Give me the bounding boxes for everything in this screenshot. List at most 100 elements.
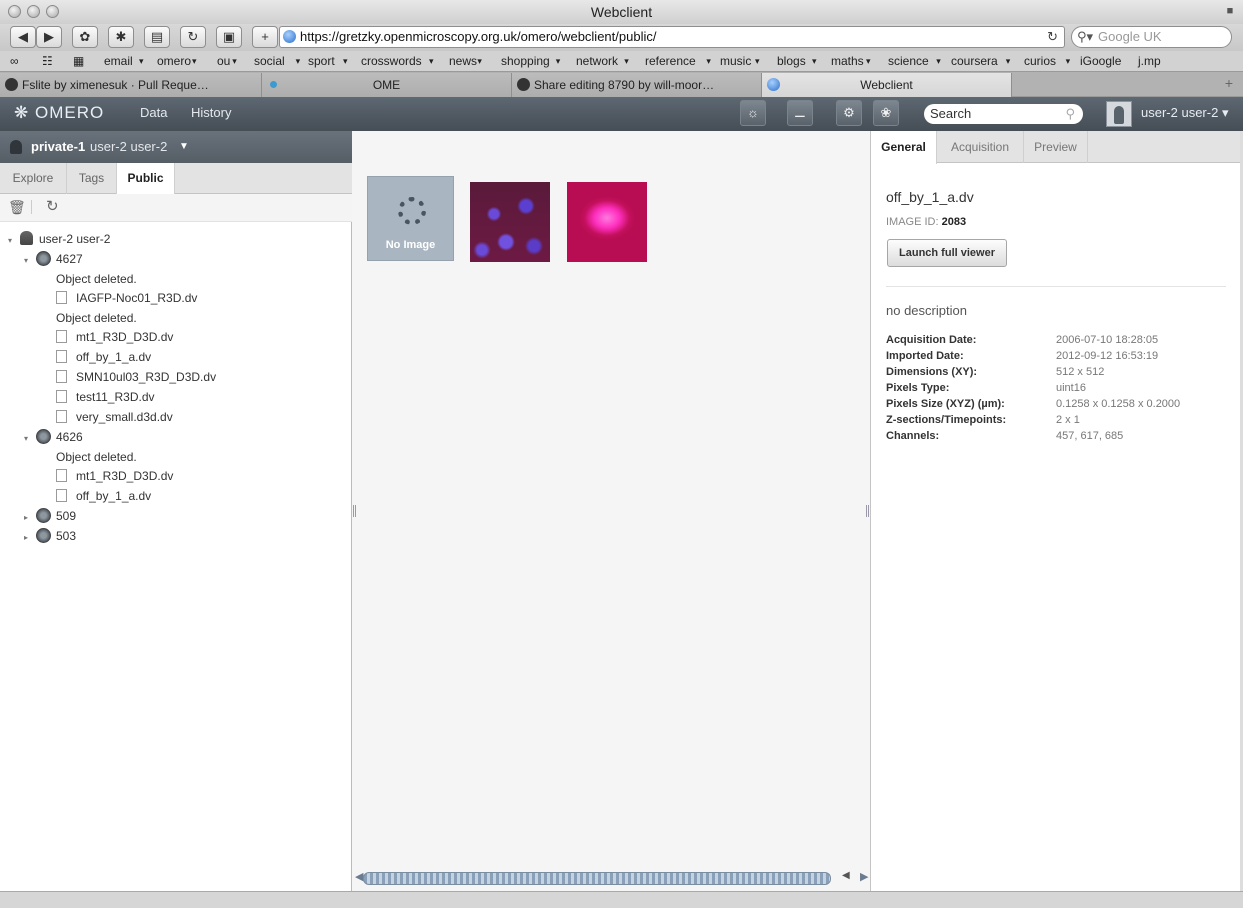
bookmark-network[interactable]: network <box>576 51 618 71</box>
google-search-field[interactable]: ⚲▾ Google UK <box>1071 26 1232 48</box>
bookmark-social[interactable]: social <box>254 51 285 71</box>
bookmark-news[interactable]: news <box>449 51 477 71</box>
bookmark-shopping[interactable]: shopping <box>501 51 550 71</box>
github-icon <box>5 78 18 91</box>
browser-tab-active[interactable]: Webclient <box>762 73 1012 97</box>
asterisk-icon[interactable]: ✱ <box>108 26 134 48</box>
browser-tab[interactable]: Fslite by ximenesuk · Pull Reque… <box>0 73 262 97</box>
add-bookmark-button[interactable]: + <box>252 26 278 48</box>
bookmark-igoogle[interactable]: iGoogle <box>1080 51 1121 71</box>
thumbnail-image[interactable] <box>470 182 550 262</box>
evernote-icon[interactable]: ✿ <box>72 26 98 48</box>
chevron-down-icon: ▾ <box>295 56 301 66</box>
avatar[interactable] <box>1106 101 1132 127</box>
bookmark-science[interactable]: science <box>888 51 929 71</box>
refresh-icon[interactable]: ↻ <box>46 197 59 215</box>
lightbulb-icon[interactable]: ☼ <box>740 100 766 126</box>
close-window-button[interactable] <box>8 5 21 18</box>
toolbar-divider <box>31 200 32 214</box>
tree-root-node[interactable]: ▾ user-2 user-2 <box>8 229 110 249</box>
expand-icon[interactable]: ▾ <box>8 231 16 251</box>
top-sites-icon[interactable]: ▦ <box>73 51 84 71</box>
bookmark-curios[interactable]: curios <box>1024 51 1056 71</box>
address-bar[interactable]: https://gretzky.openmicroscopy.org.uk/om… <box>279 26 1065 48</box>
bookmarks-book-icon[interactable]: ☷ <box>42 51 53 71</box>
omero-logo[interactable]: ❋ OMERO <box>14 103 104 123</box>
bookmark-ou[interactable]: ou <box>217 51 230 71</box>
browser-tab-bar: Fslite by ximenesuk · Pull Reque… OME Sh… <box>0 71 1243 97</box>
tab-preview[interactable]: Preview <box>1024 131 1088 163</box>
collapse-icon[interactable]: ▸ <box>24 528 32 548</box>
tree-share-node[interactable]: ▸ 509 <box>24 506 76 526</box>
image-file-label: SMN10ul03_R3D_D3D.dv <box>76 370 217 384</box>
scripts-icon[interactable]: ❀ <box>873 100 899 126</box>
bookmark-email[interactable]: email <box>104 51 133 71</box>
browser-tab[interactable]: Share editing 8790 by will-moor… <box>512 73 762 97</box>
browser-tab[interactable]: OME <box>262 73 512 97</box>
nav-history-link[interactable]: History <box>191 105 231 120</box>
scroll-left-arrow-icon[interactable]: ◀ <box>842 870 850 881</box>
image-file-icon <box>56 410 67 423</box>
tab-acquisition[interactable]: Acquisition <box>937 131 1024 163</box>
tree-share-node[interactable]: ▾ 4627 <box>24 249 83 269</box>
basket-icon[interactable]: ⚊ <box>787 100 813 126</box>
tab-explore[interactable]: Explore <box>0 163 67 194</box>
bookmark-coursera[interactable]: coursera <box>951 51 998 71</box>
bookmark-reference[interactable]: reference <box>645 51 696 71</box>
search-icon: ⚲ <box>1065 106 1075 121</box>
nav-data-link[interactable]: Data <box>140 105 167 120</box>
tab-public[interactable]: Public <box>117 163 175 195</box>
clip-icon[interactable]: ▣ <box>216 26 242 48</box>
tab-tags[interactable]: Tags <box>67 163 117 194</box>
tree-image-item[interactable]: IAGFP-Noc01_R3D.dv <box>56 288 197 308</box>
metadata-key: Channels: <box>886 430 940 442</box>
extension-icon[interactable]: ▤ <box>144 26 170 48</box>
bookmark-j-mp[interactable]: j.mp <box>1138 51 1161 71</box>
metadata-row: Imported Date: 2012-09-12 16:53:19 <box>886 348 1226 364</box>
splitter-handle[interactable] <box>866 505 869 517</box>
bookmark-crosswords[interactable]: crosswords <box>361 51 422 71</box>
window-title: Webclient <box>590 4 653 20</box>
user-menu[interactable]: user-2 user-2 ▾ <box>1141 105 1228 121</box>
tree-deleted-item: Object deleted. <box>56 269 137 289</box>
tab-general[interactable]: General <box>871 131 937 164</box>
expand-icon[interactable]: ▾ <box>24 251 32 271</box>
search-input[interactable]: Search ⚲ <box>924 104 1083 124</box>
forward-button[interactable]: ▶ <box>36 26 62 48</box>
thumbnail-no-image[interactable]: No Image <box>367 176 454 261</box>
tree-image-item[interactable]: mt1_R3D_D3D.dv <box>56 327 173 347</box>
tree-image-item[interactable]: very_small.d3d.dv <box>56 407 173 427</box>
image-id-value: 2083 <box>941 216 967 228</box>
bookmark-music[interactable]: music <box>720 51 751 71</box>
new-tab-button[interactable]: + <box>1225 75 1233 91</box>
launch-full-viewer-button[interactable]: Launch full viewer <box>887 239 1007 267</box>
bookmark-sport[interactable]: sport <box>308 51 335 71</box>
collapse-icon[interactable]: ▸ <box>24 508 32 528</box>
trash-icon[interactable]: 🗑 <box>8 199 26 216</box>
tree-share-node[interactable]: ▾ 4626 <box>24 427 83 447</box>
gear-icon[interactable]: ⚙ <box>836 100 862 126</box>
reload-button[interactable]: ↻ <box>180 26 206 48</box>
tree-image-item[interactable]: off_by_1_a.dv <box>56 486 151 506</box>
reading-list-icon[interactable]: ∞ <box>10 51 19 71</box>
bookmark-blogs[interactable]: blogs <box>777 51 806 71</box>
scroll-right-icon[interactable]: ▶ <box>860 870 868 883</box>
reload-icon[interactable]: ↻ <box>1047 27 1058 47</box>
tree-share-node[interactable]: ▸ 503 <box>24 526 76 546</box>
minimize-window-button[interactable] <box>27 5 40 18</box>
tree-image-item[interactable]: mt1_R3D_D3D.dv <box>56 466 173 486</box>
tree-image-item[interactable]: off_by_1_a.dv <box>56 347 151 367</box>
expand-icon[interactable]: ▾ <box>24 429 32 449</box>
group-selector[interactable]: private-1 user-2 user-2 ▼ <box>0 131 352 163</box>
zoom-window-button[interactable] <box>46 5 59 18</box>
splitter-handle[interactable] <box>353 505 356 517</box>
bookmark-omero[interactable]: omero <box>157 51 191 71</box>
back-button[interactable]: ◀ <box>10 26 36 48</box>
tree-image-item[interactable]: SMN10ul03_R3D_D3D.dv <box>56 367 216 387</box>
thumbnail-image[interactable] <box>567 182 647 262</box>
horizontal-scrollbar[interactable]: ◀ ◀ ▶ <box>355 868 869 888</box>
tree-image-item[interactable]: test11_R3D.dv <box>56 387 155 407</box>
share-id: 4626 <box>56 430 83 444</box>
scroll-thumb[interactable] <box>363 872 831 885</box>
bookmark-maths[interactable]: maths <box>831 51 864 71</box>
